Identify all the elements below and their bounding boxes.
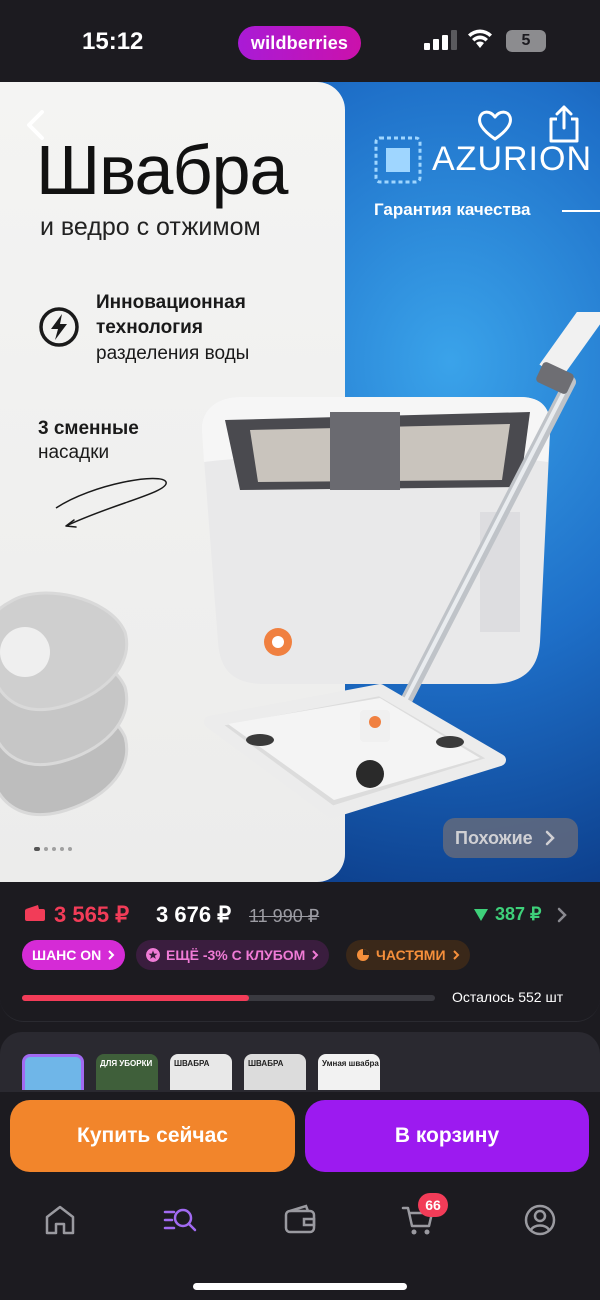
status-time: 15:12	[82, 28, 144, 55]
buy-now-button[interactable]: Купить сейчас	[10, 1100, 295, 1172]
feature-line: насадки	[38, 442, 110, 463]
mop-bucket-image	[201, 312, 600, 818]
pagination-dot	[68, 847, 72, 851]
brand-tagline: Гарантия качества	[374, 200, 531, 219]
stock-remaining: Осталось 552 шт	[452, 989, 564, 1005]
pie-chart-icon	[357, 949, 369, 961]
chance-on-chip[interactable]: ШАНС ON	[22, 940, 126, 970]
feature-line: Инновационная	[96, 292, 246, 313]
chevron-right-icon	[452, 950, 459, 960]
chip-label: ЕЩЁ -3% С КЛУБОМ	[166, 947, 306, 963]
star-badge-icon	[146, 948, 160, 962]
divider	[562, 210, 600, 212]
club-discount-chip[interactable]: ЕЩЁ -3% С КЛУБОМ	[136, 940, 330, 970]
brand-logo-icon	[374, 136, 422, 184]
wallet-icon	[25, 905, 45, 921]
installments-chip[interactable]: ЧАСТЯМИ	[346, 940, 470, 970]
similar-products-button[interactable]: Похожие	[443, 818, 578, 858]
cashback-triangle-icon	[474, 909, 488, 921]
curved-arrow-icon	[55, 477, 167, 528]
catalog-search-icon[interactable]	[162, 1202, 198, 1238]
lightning-bolt-icon	[39, 307, 79, 347]
price-panel: 3 565 ₽ 3 676 ₽ 11 990 ₽ 387 ₽ ШАНС ON Е…	[0, 882, 600, 1022]
brand-name: AZURION	[432, 140, 592, 178]
purchase-actions: Купить сейчас В корзину	[0, 1092, 600, 1182]
pagination-dot	[52, 847, 56, 851]
app-pill[interactable]: wildberries	[238, 26, 361, 60]
hero-subtitle: и ведро с отжимом	[40, 213, 261, 241]
old-price: 11 990 ₽	[249, 906, 320, 926]
chevron-right-icon	[545, 830, 555, 846]
chevron-right-icon	[108, 950, 115, 960]
battery-icon: 5	[506, 30, 546, 52]
pagination-dot	[34, 847, 40, 851]
current-price: 3 676 ₽	[156, 902, 232, 927]
chip-label: ШАНС ON	[32, 947, 102, 963]
product-image-gallery[interactable]: Швабра и ведро с отжимом Инновационная т…	[0, 82, 600, 882]
share-icon[interactable]	[546, 104, 582, 144]
variant-thumbnail[interactable]	[22, 1054, 84, 1090]
favorite-heart-icon[interactable]	[476, 106, 514, 144]
stock-progress-fill	[22, 995, 250, 1001]
wifi-icon	[468, 29, 492, 48]
wallet-price[interactable]: 3 565 ₽	[54, 902, 129, 928]
cashback-amount[interactable]: 387 ₽	[495, 904, 542, 925]
variant-thumbnail[interactable]: ДЛЯ УБОРКИ	[96, 1054, 158, 1090]
gallery-pagination-dots	[34, 847, 72, 851]
mop-pads-image	[0, 591, 129, 817]
status-bar: 15:12 wildberries 5	[0, 0, 600, 82]
chevron-right-icon	[312, 950, 319, 960]
stock-progress-bar	[22, 995, 435, 1001]
variant-thumbnail[interactable]: ШВАБРА	[170, 1054, 232, 1090]
feature-line: 3 сменные	[38, 418, 139, 439]
pagination-dot	[44, 847, 48, 851]
chevron-right-icon[interactable]	[556, 906, 568, 924]
bottom-navigation: 66	[0, 1182, 600, 1300]
hero-title: Швабра	[36, 131, 288, 209]
chip-label: ЧАСТЯМИ	[376, 947, 446, 963]
add-to-cart-button[interactable]: В корзину	[305, 1100, 589, 1172]
profile-icon[interactable]	[522, 1202, 558, 1238]
variant-thumbnail[interactable]: Умная швабра	[318, 1054, 380, 1090]
wallet-icon[interactable]	[282, 1202, 318, 1238]
cellular-signal-icon	[424, 30, 457, 50]
variant-thumbnail[interactable]: ШВАБРА	[244, 1054, 306, 1090]
home-indicator	[193, 1283, 407, 1290]
cart-count-badge: 66	[418, 1193, 448, 1217]
home-icon[interactable]	[42, 1202, 78, 1238]
pagination-dot	[60, 847, 64, 851]
similar-label: Похожие	[455, 827, 533, 848]
